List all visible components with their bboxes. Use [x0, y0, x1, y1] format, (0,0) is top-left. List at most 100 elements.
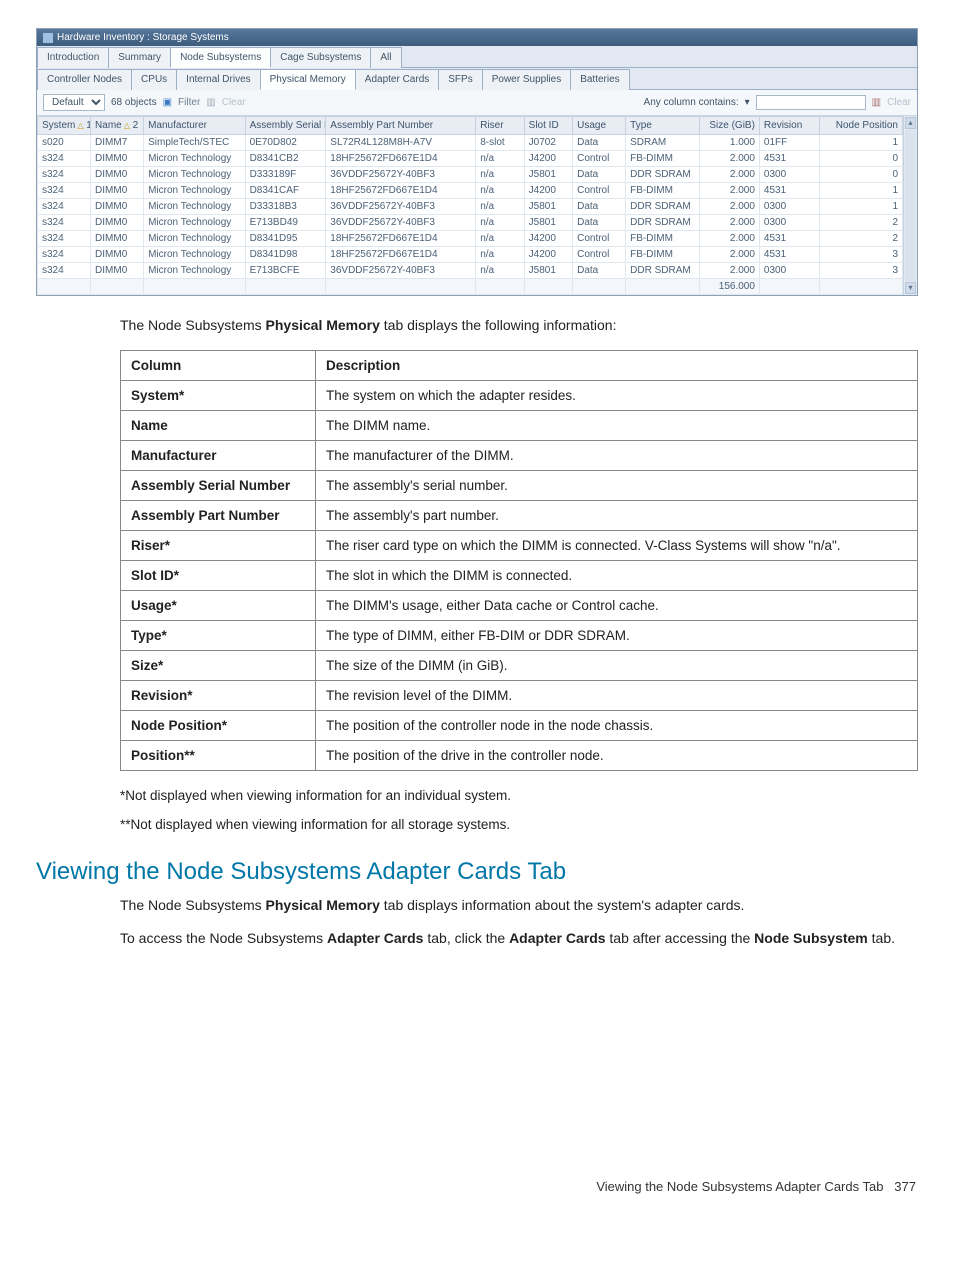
- table-row[interactable]: s324DIMM0Micron TechnologyE713BCFE36VDDF…: [38, 263, 903, 279]
- cell: 0: [819, 151, 902, 167]
- tab-batteries[interactable]: Batteries: [570, 69, 629, 90]
- cell: 36VDDF25672Y-40BF3: [326, 215, 476, 231]
- cell: 18HF25672FD667E1D4: [326, 151, 476, 167]
- column-header[interactable]: Manufacturer: [144, 117, 245, 135]
- window-title: Hardware Inventory : Storage Systems: [57, 32, 229, 43]
- cell: DDR SDRAM: [626, 263, 700, 279]
- desc-row: Position**The position of the drive in t…: [121, 740, 918, 770]
- tab-sfps[interactable]: SFPs: [438, 69, 482, 90]
- tab-physical-memory[interactable]: Physical Memory: [260, 69, 356, 90]
- cell: 2.000: [699, 167, 759, 183]
- cell: Micron Technology: [144, 247, 245, 263]
- column-header[interactable]: System 1: [38, 117, 91, 135]
- cell: FB-DIMM: [626, 247, 700, 263]
- cell: 36VDDF25672Y-40BF3: [326, 263, 476, 279]
- intro-paragraph: The Node Subsystems Physical Memory tab …: [120, 316, 918, 336]
- cell: 2.000: [699, 183, 759, 199]
- footnote-2: **Not displayed when viewing information…: [120, 814, 918, 836]
- clear-filter-link[interactable]: Clear: [222, 97, 246, 108]
- cell: n/a: [476, 199, 524, 215]
- cell: 2.000: [699, 247, 759, 263]
- cell: 2.000: [699, 215, 759, 231]
- tab-all[interactable]: All: [370, 47, 401, 68]
- column-header[interactable]: Name 2: [91, 117, 144, 135]
- cell: 1: [819, 199, 902, 215]
- cell: s324: [38, 263, 91, 279]
- table-row[interactable]: s324DIMM0Micron TechnologyD8341D9518HF25…: [38, 231, 903, 247]
- clear-filter-icon[interactable]: ▥: [206, 97, 215, 108]
- cell: 1: [819, 135, 902, 151]
- tab-internal-drives[interactable]: Internal Drives: [176, 69, 260, 90]
- cell: D8341CB2: [245, 151, 326, 167]
- clear-search-icon[interactable]: ▥: [872, 97, 881, 108]
- table-row[interactable]: s324DIMM0Micron TechnologyD8341CB218HF25…: [38, 151, 903, 167]
- table-row[interactable]: s324DIMM0Micron TechnologyD333189F36VDDF…: [38, 167, 903, 183]
- cell: 18HF25672FD667E1D4: [326, 231, 476, 247]
- column-header[interactable]: Assembly Serial Number: [245, 117, 326, 135]
- cell: SimpleTech/STEC: [144, 135, 245, 151]
- scroll-down-icon[interactable]: ▾: [905, 282, 916, 294]
- column-header[interactable]: Revision: [759, 117, 819, 135]
- cell: 2.000: [699, 263, 759, 279]
- cell: DIMM0: [91, 215, 144, 231]
- filter-link[interactable]: Filter: [178, 97, 200, 108]
- column-header[interactable]: Slot ID: [524, 117, 572, 135]
- scroll-track[interactable]: [905, 130, 916, 281]
- cell: Control: [573, 247, 626, 263]
- column-header[interactable]: Riser: [476, 117, 524, 135]
- sort-icon: [122, 120, 130, 131]
- tab-controller-nodes[interactable]: Controller Nodes: [37, 69, 132, 90]
- table-row[interactable]: s020DIMM7SimpleTech/STEC0E70D802SL72R4L1…: [38, 135, 903, 151]
- any-column-input[interactable]: [756, 95, 866, 110]
- column-header[interactable]: Size (GiB): [699, 117, 759, 135]
- column-header[interactable]: Type: [626, 117, 700, 135]
- cell: D333189F: [245, 167, 326, 183]
- sort-icon: [75, 120, 83, 131]
- cell: 1.000: [699, 135, 759, 151]
- cell: J0702: [524, 135, 572, 151]
- tab-node-subsystems[interactable]: Node Subsystems: [170, 47, 271, 68]
- cell: J4200: [524, 183, 572, 199]
- memory-grid: System 1Name 2ManufacturerAssembly Seria…: [37, 116, 903, 295]
- cell: DIMM0: [91, 183, 144, 199]
- toolbar: Default 68 objects ▣ Filter ▥ Clear Any …: [37, 90, 917, 116]
- desc-row: Type*The type of DIMM, either FB-DIM or …: [121, 620, 918, 650]
- cell: 2: [819, 231, 902, 247]
- tab-adapter-cards[interactable]: Adapter Cards: [355, 69, 439, 90]
- tab-cpus[interactable]: CPUs: [131, 69, 177, 90]
- scrollbar[interactable]: ▴ ▾: [903, 116, 917, 295]
- tab-summary[interactable]: Summary: [108, 47, 171, 68]
- cell: J5801: [524, 167, 572, 183]
- cell: 4531: [759, 231, 819, 247]
- scroll-up-icon[interactable]: ▴: [905, 117, 916, 129]
- tab-cage-subsystems[interactable]: Cage Subsystems: [270, 47, 371, 68]
- condition-dropdown-icon[interactable]: ▾: [745, 97, 750, 108]
- table-row[interactable]: s324DIMM0Micron TechnologyD8341D9818HF25…: [38, 247, 903, 263]
- cell: DDR SDRAM: [626, 215, 700, 231]
- column-description-table: Column Description System*The system on …: [120, 350, 918, 771]
- cell: 4531: [759, 151, 819, 167]
- table-row[interactable]: s324DIMM0Micron TechnologyD8341CAF18HF25…: [38, 183, 903, 199]
- cell: s324: [38, 167, 91, 183]
- cell: DIMM0: [91, 231, 144, 247]
- filter-icon[interactable]: ▣: [163, 97, 172, 108]
- cell: n/a: [476, 151, 524, 167]
- column-header[interactable]: Node Position: [819, 117, 902, 135]
- cell: Control: [573, 231, 626, 247]
- clear-search-link[interactable]: Clear: [887, 97, 911, 108]
- tab-power-supplies[interactable]: Power Supplies: [482, 69, 571, 90]
- cell: n/a: [476, 215, 524, 231]
- cell: Micron Technology: [144, 183, 245, 199]
- scope-select[interactable]: Default: [43, 94, 105, 111]
- desc-row: Revision*The revision level of the DIMM.: [121, 680, 918, 710]
- tab-introduction[interactable]: Introduction: [37, 47, 109, 68]
- table-row[interactable]: s324DIMM0Micron TechnologyE713BD4936VDDF…: [38, 215, 903, 231]
- column-header[interactable]: Assembly Part Number: [326, 117, 476, 135]
- table-row[interactable]: s324DIMM0Micron TechnologyD33318B336VDDF…: [38, 199, 903, 215]
- column-header[interactable]: Usage: [573, 117, 626, 135]
- cell: D8341CAF: [245, 183, 326, 199]
- object-count: 68 objects: [111, 97, 157, 108]
- page-footer: Viewing the Node Subsystems Adapter Card…: [36, 1179, 918, 1194]
- cell: DDR SDRAM: [626, 199, 700, 215]
- cell: DIMM0: [91, 151, 144, 167]
